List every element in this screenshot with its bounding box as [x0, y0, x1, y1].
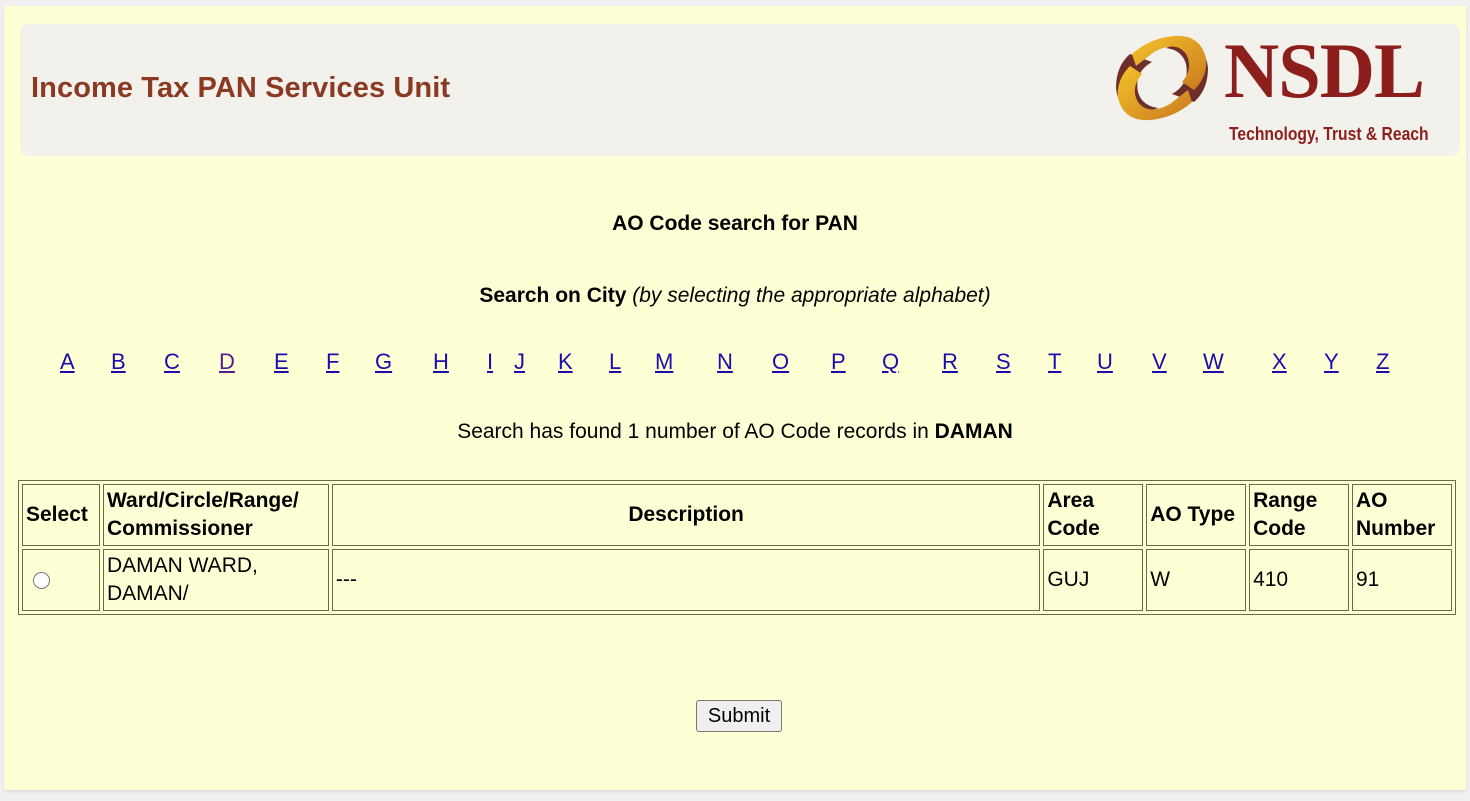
search-instructions-hint: (by selecting the appropriate alphabet) — [632, 284, 991, 307]
nsdl-logo: NSDL Technology, Trust & Reach — [1112, 30, 1452, 150]
column-header-ward: Ward/Circle/Range/ Commissioner — [102, 484, 329, 546]
alphabet-link-c[interactable]: C — [164, 349, 180, 375]
page-container: Income Tax PAN Services Unit NSDL Techno… — [4, 6, 1466, 790]
alphabet-link-i[interactable]: I — [487, 349, 493, 375]
nsdl-swirl-logo-icon — [1116, 35, 1208, 121]
alphabet-link-v[interactable]: V — [1152, 349, 1167, 375]
alphabet-link-n[interactable]: N — [717, 349, 733, 375]
ao-number-cell: 91 — [1352, 549, 1452, 611]
alphabet-link-q[interactable]: Q — [882, 349, 899, 375]
result-message-text: Search has found 1 number of AO Code rec… — [457, 420, 929, 443]
column-header-select: Select — [22, 484, 100, 546]
alphabet-link-s[interactable]: S — [996, 349, 1011, 375]
alphabet-link-b[interactable]: B — [111, 349, 126, 375]
alphabet-link-e[interactable]: E — [274, 349, 289, 375]
search-instructions-label: Search on City — [479, 284, 627, 307]
range-code-cell: 410 — [1249, 549, 1349, 611]
header-title: Income Tax PAN Services Unit — [31, 72, 451, 104]
ao-type-cell: W — [1146, 549, 1247, 611]
search-instructions: Search on City (by selecting the appropr… — [4, 284, 1466, 308]
column-header-ao-type: AO Type — [1146, 484, 1247, 546]
alphabet-link-j[interactable]: J — [514, 349, 525, 375]
area-code-cell: GUJ — [1043, 549, 1144, 611]
column-header-ao-number: AO Number — [1352, 484, 1452, 546]
ao-code-results-table: Select Ward/Circle/Range/ Commissioner D… — [18, 480, 1456, 615]
alphabet-link-p[interactable]: P — [831, 349, 846, 375]
ward-cell: DAMAN WARD, DAMAN/ — [102, 549, 329, 611]
alphabet-link-w[interactable]: W — [1203, 349, 1224, 375]
table-row: DAMAN WARD, DAMAN/ --- GUJ W 410 91 — [22, 549, 1452, 611]
table-header-row: Select Ward/Circle/Range/ Commissioner D… — [22, 484, 1452, 546]
alphabet-link-d[interactable]: D — [219, 349, 235, 375]
header-banner: Income Tax PAN Services Unit NSDL Techno… — [20, 24, 1460, 156]
select-radio[interactable] — [33, 571, 50, 589]
alphabet-link-a[interactable]: A — [60, 349, 75, 375]
alphabet-link-r[interactable]: R — [942, 349, 958, 375]
alphabet-link-o[interactable]: O — [772, 349, 789, 375]
logo-tagline: Technology, Trust & Reach — [1229, 124, 1429, 144]
column-header-description: Description — [331, 484, 1041, 546]
column-header-area-code: Area Code — [1043, 484, 1144, 546]
alphabet-link-k[interactable]: K — [558, 349, 573, 375]
alphabet-link-z[interactable]: Z — [1376, 349, 1389, 375]
alphabet-links: A B C D E F G H IJ K L M N O P Q R S T U V W X Y Z — [4, 349, 1466, 379]
alphabet-link-f[interactable]: F — [326, 349, 339, 375]
result-message: Search has found 1 number of AO Code rec… — [4, 420, 1466, 444]
submit-button[interactable]: Submit — [696, 700, 782, 732]
select-cell — [22, 549, 100, 611]
alphabet-link-g[interactable]: G — [375, 349, 392, 375]
alphabet-link-x[interactable]: X — [1272, 349, 1287, 375]
alphabet-link-t[interactable]: T — [1048, 349, 1061, 375]
result-city: DAMAN — [934, 420, 1013, 443]
page-title: AO Code search for PAN — [612, 212, 858, 235]
column-header-range-code: Range Code — [1249, 484, 1349, 546]
alphabet-link-h[interactable]: H — [433, 349, 449, 375]
alphabet-link-u[interactable]: U — [1097, 349, 1113, 375]
description-cell: --- — [331, 549, 1041, 611]
alphabet-link-y[interactable]: Y — [1324, 349, 1339, 375]
alphabet-link-l[interactable]: L — [609, 349, 621, 375]
alphabet-link-m[interactable]: M — [655, 349, 673, 375]
logo-wordmark: NSDL — [1224, 27, 1425, 114]
